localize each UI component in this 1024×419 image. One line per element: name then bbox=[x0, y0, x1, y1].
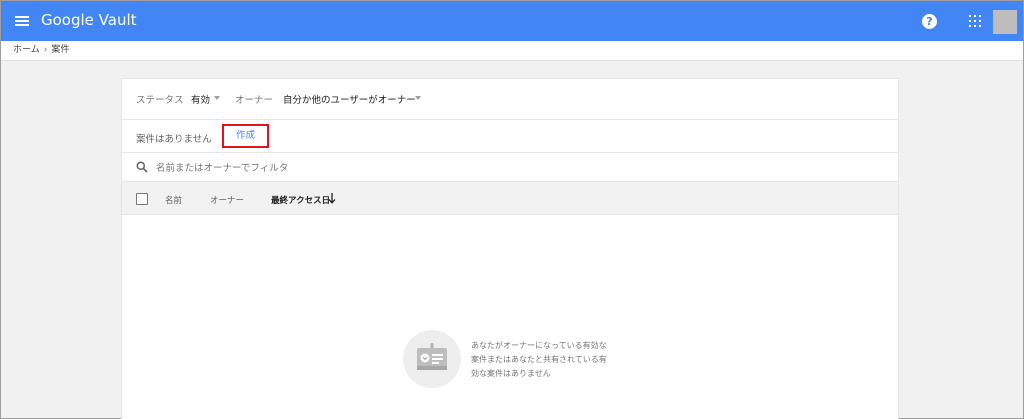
owner-filter-dropdown[interactable]: 自分か他のユーザーがオーナー bbox=[283, 92, 416, 106]
table-header: 名前 オーナー 最終アクセス日 bbox=[122, 182, 898, 215]
breadcrumb-separator-icon: › bbox=[43, 45, 48, 55]
create-matter-button[interactable]: 作成 bbox=[222, 124, 269, 148]
app-bar: Google Vault ? bbox=[1, 1, 1023, 41]
status-filter-dropdown[interactable]: 有効 bbox=[191, 92, 210, 106]
help-icon[interactable]: ? bbox=[922, 14, 937, 29]
search-input[interactable] bbox=[156, 158, 556, 178]
empty-state-line: 効な案件はありません bbox=[471, 369, 551, 378]
search-icon bbox=[136, 161, 148, 173]
status-dropdown-caret-icon[interactable] bbox=[214, 96, 220, 100]
matter-count-row: 案件はありません 作成 bbox=[122, 119, 898, 153]
empty-state-illustration bbox=[403, 330, 461, 388]
breadcrumb-home-link[interactable]: ホーム bbox=[13, 41, 40, 60]
breadcrumb-current: 案件 bbox=[51, 45, 70, 55]
app-title[interactable]: Google Vault bbox=[41, 11, 137, 29]
empty-state-line: あなたがオーナーになっている有効な bbox=[471, 341, 607, 350]
empty-state-message: あなたがオーナーになっている有効な 案件またはあなたと共有されている有 効な案件… bbox=[471, 339, 631, 381]
empty-state-line: 案件またはあなたと共有されている有 bbox=[471, 355, 607, 364]
column-header-last-accessed[interactable]: 最終アクセス日 bbox=[271, 194, 330, 206]
matters-card: ステータス 有効 オーナー 自分か他のユーザーがオーナー 案件はありません 作成… bbox=[121, 78, 899, 419]
breadcrumb: ホーム › 案件 bbox=[1, 41, 1023, 61]
hamburger-menu-icon[interactable] bbox=[15, 16, 29, 26]
search-row bbox=[122, 154, 898, 182]
filter-row: ステータス 有効 オーナー 自分か他のユーザーがオーナー bbox=[122, 79, 898, 117]
owner-dropdown-caret-icon[interactable] bbox=[415, 96, 421, 100]
owner-filter-label: オーナー bbox=[235, 95, 274, 106]
sort-descending-arrow-icon[interactable] bbox=[328, 192, 336, 204]
select-all-checkbox[interactable] bbox=[136, 193, 148, 205]
column-header-owner[interactable]: オーナー bbox=[210, 194, 244, 206]
empty-matter-folder-icon bbox=[417, 343, 447, 370]
status-filter-label: ステータス bbox=[136, 95, 184, 106]
apps-grid-icon[interactable] bbox=[969, 15, 981, 27]
account-avatar[interactable] bbox=[993, 10, 1017, 34]
column-header-name[interactable]: 名前 bbox=[165, 194, 182, 206]
matter-count-text: 案件はありません bbox=[136, 134, 212, 145]
